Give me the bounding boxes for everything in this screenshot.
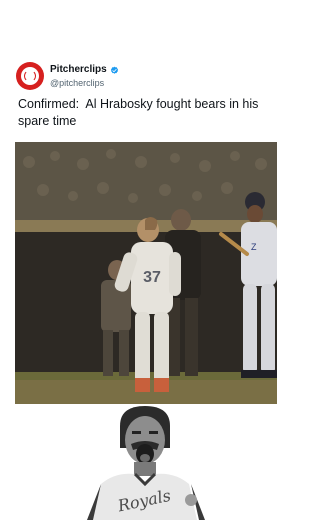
post-header: Pitcherclips @pitcherclips	[16, 60, 119, 92]
jersey-number: 37	[143, 269, 161, 286]
shouting-player-photo: Royals	[15, 404, 277, 520]
avatar[interactable]	[16, 62, 44, 90]
tweet-post: Pitcherclips @pitcherclips Confirmed: Al…	[0, 0, 292, 520]
tweet-text: Confirmed: Al Hrabosky fought bears in h…	[18, 97, 262, 128]
author-names: Pitcherclips @pitcherclips	[50, 63, 119, 89]
verified-badge-icon	[110, 66, 118, 74]
display-name-row: Pitcherclips	[50, 63, 119, 77]
meme-image[interactable]: Royals	[15, 404, 277, 520]
batter-mark: Z	[251, 242, 257, 252]
display-name[interactable]: Pitcherclips	[50, 64, 107, 76]
baseball-field-scene: 37 Z	[15, 142, 277, 404]
baseball-seam	[24, 70, 36, 82]
author-handle[interactable]: @pitcherclips	[50, 77, 119, 89]
video-still[interactable]: 37 Z	[15, 142, 277, 404]
